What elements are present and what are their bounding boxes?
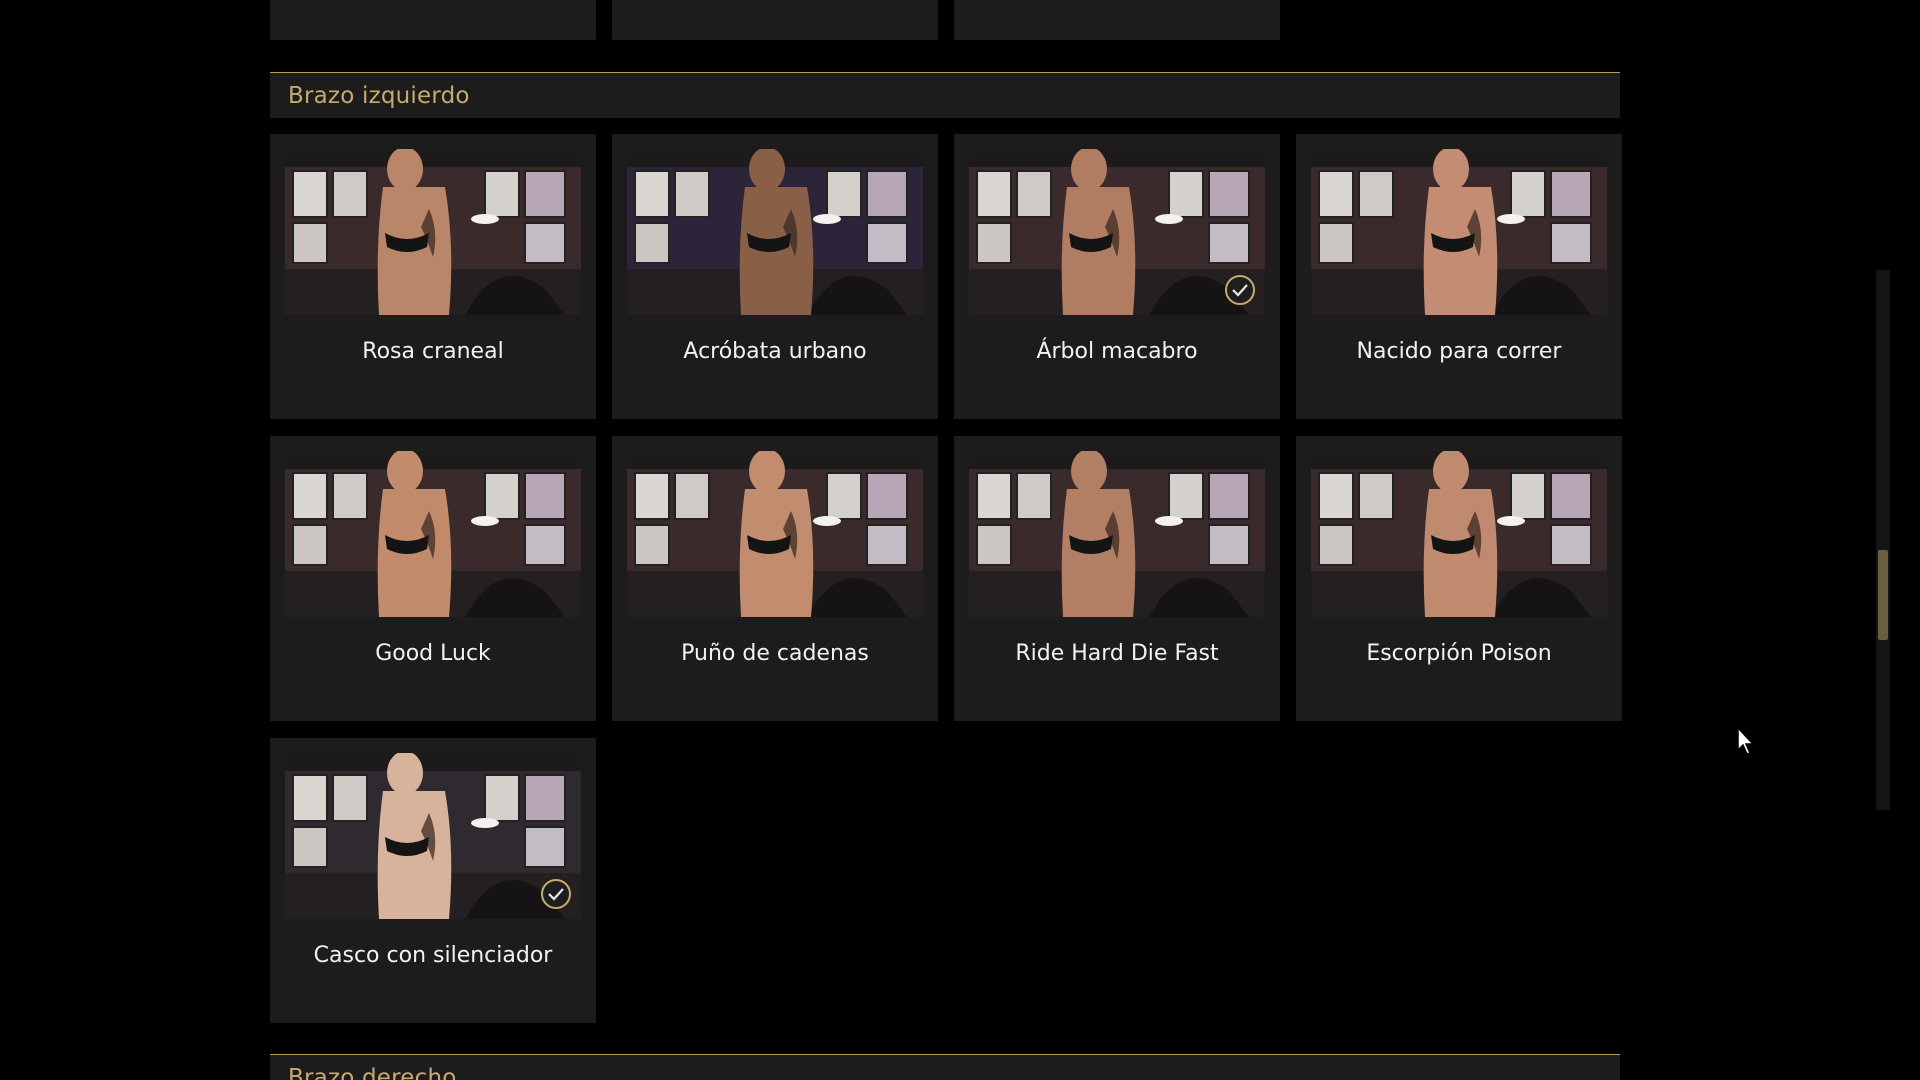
previous-section-card[interactable] <box>612 0 938 40</box>
section-header-left-arm: Brazo izquierdo <box>270 72 1620 118</box>
checkmark-icon <box>1225 275 1255 305</box>
tattoo-preview-image <box>285 451 581 617</box>
tattoo-name: Good Luck <box>375 641 491 666</box>
tattoo-card[interactable]: Acróbata urbano <box>612 134 938 419</box>
mouse-cursor-icon <box>1736 726 1756 760</box>
tattoo-name: Árbol macabro <box>1036 339 1198 364</box>
tattoo-card[interactable]: Nacido para correr <box>1296 134 1622 419</box>
tattoo-name: Ride Hard Die Fast <box>1015 641 1219 666</box>
tattoo-preview-image <box>1311 451 1607 617</box>
tattoo-card[interactable]: Escorpión Poison <box>1296 436 1622 721</box>
tattoo-name: Puño de cadenas <box>681 641 869 666</box>
checkmark-icon <box>541 879 571 909</box>
tattoo-card[interactable]: Puño de cadenas <box>612 436 938 721</box>
section-title: Brazo izquierdo <box>288 83 470 109</box>
tattoo-preview-image <box>285 149 581 315</box>
tattoo-preview-image <box>285 753 581 919</box>
tattoo-card[interactable]: Good Luck <box>270 436 596 721</box>
tattoo-preview-image <box>969 149 1265 315</box>
tattoo-name: Escorpión Poison <box>1366 641 1552 666</box>
tattoo-name: Nacido para correr <box>1356 339 1562 364</box>
previous-section-card[interactable] <box>954 0 1280 40</box>
scrollbar-thumb[interactable] <box>1878 550 1888 640</box>
tattoo-name: Acróbata urbano <box>683 339 867 364</box>
scrollbar-track[interactable] <box>1876 270 1890 810</box>
previous-section-card[interactable] <box>270 0 596 40</box>
tattoo-card[interactable]: Ride Hard Die Fast <box>954 436 1280 721</box>
tattoo-preview-image <box>969 451 1265 617</box>
tattoo-card[interactable]: Rosa craneal <box>270 134 596 419</box>
tattoo-name: Rosa craneal <box>362 339 504 364</box>
tattoo-preview-image <box>627 149 923 315</box>
tattoo-card[interactable]: Árbol macabro <box>954 134 1280 419</box>
tattoo-name: Casco con silenciador <box>313 943 553 968</box>
tattoo-preview-image <box>1311 149 1607 315</box>
tattoo-preview-image <box>627 451 923 617</box>
tattoo-catalog-page: Brazo izquierdo Rosa craneal Acróbata ur… <box>0 0 1920 1080</box>
section-title: Brazo derecho <box>288 1065 457 1080</box>
tattoo-card[interactable]: Casco con silenciador <box>270 738 596 1023</box>
section-header-right-arm: Brazo derecho <box>270 1054 1620 1080</box>
